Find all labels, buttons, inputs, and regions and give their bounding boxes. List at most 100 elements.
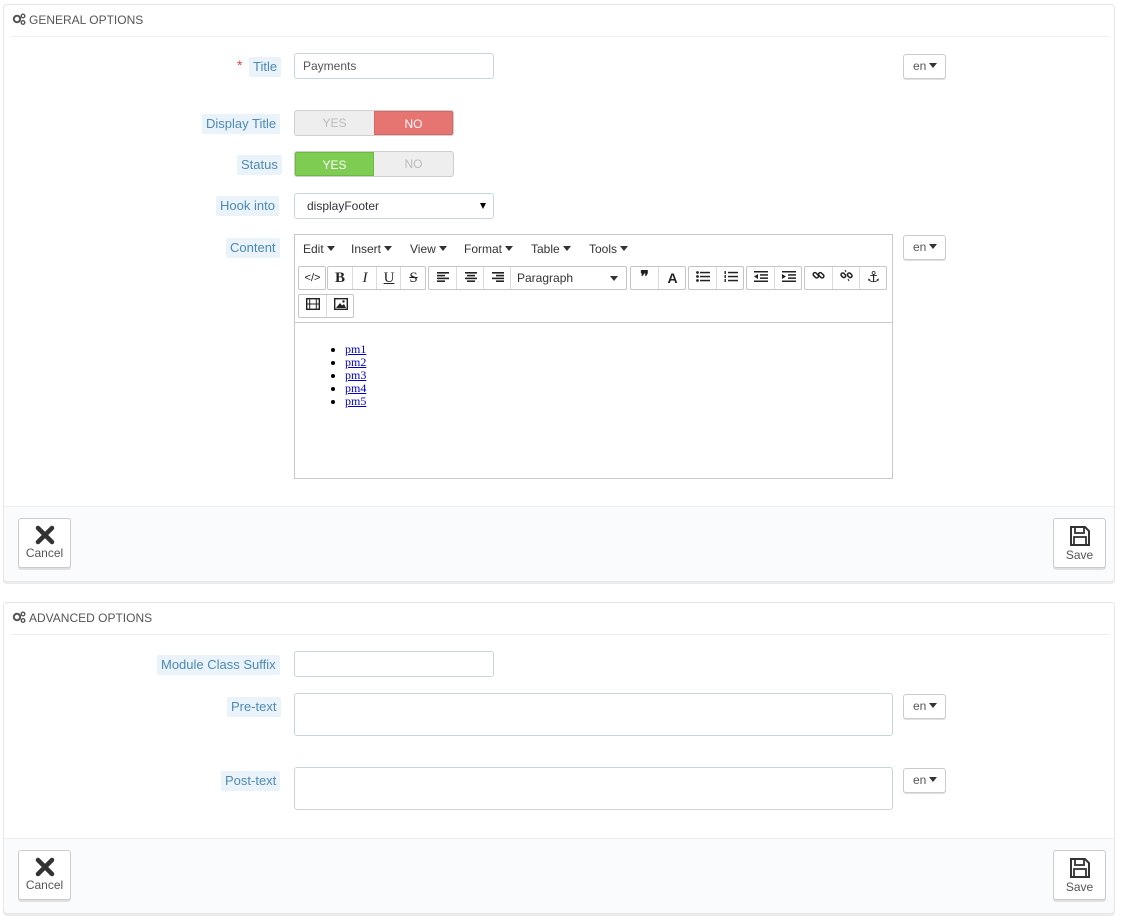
save-button[interactable]: Save: [1053, 850, 1106, 900]
cancel-button[interactable]: Cancel: [18, 518, 71, 568]
list-item-link[interactable]: pm3: [345, 368, 366, 382]
pre-text-language-dropdown[interactable]: en: [903, 694, 946, 719]
display-title-label: Display Title: [202, 114, 281, 134]
display-title-no-option[interactable]: NO: [374, 111, 453, 135]
title-input[interactable]: Payments: [294, 53, 494, 79]
menu-view[interactable]: View: [410, 242, 447, 256]
link-icon[interactable]: [805, 267, 832, 289]
post-text-label: Post-text: [221, 771, 281, 791]
save-icon: [1069, 858, 1090, 878]
general-options-heading: GENERAL OPTIONS: [12, 5, 1110, 37]
save-button-label: Save: [1065, 880, 1094, 894]
status-switch[interactable]: YES NO: [294, 151, 454, 177]
save-button[interactable]: Save: [1053, 518, 1106, 568]
cogs-icon: [12, 13, 26, 25]
quote-color-group: ❞ A: [630, 266, 686, 290]
rich-text-editor: Edit Insert View Format Table Tools </> …: [294, 234, 893, 479]
list-item-link[interactable]: pm2: [345, 355, 366, 369]
numbered-list-icon[interactable]: [716, 267, 744, 289]
chevron-down-icon: [929, 703, 938, 708]
title-label: Title: [249, 57, 282, 77]
close-icon: [35, 857, 54, 877]
list-item-link[interactable]: pm4: [345, 381, 366, 395]
chevron-down-icon: [610, 276, 618, 281]
cancel-button[interactable]: Cancel: [18, 850, 71, 900]
display-title-switch[interactable]: YES NO: [294, 110, 454, 136]
unlink-icon[interactable]: [832, 267, 860, 289]
editor-menubar: Edit Insert View Format Table Tools: [295, 235, 892, 263]
bold-icon[interactable]: B: [328, 267, 352, 289]
advanced-options-heading: ADVANCED OPTIONS: [12, 603, 1110, 635]
indent-icon[interactable]: [774, 267, 802, 289]
content-language-dropdown[interactable]: en: [903, 235, 946, 260]
post-text-language-dropdown[interactable]: en: [903, 768, 946, 793]
list-item-link[interactable]: pm1: [345, 342, 366, 356]
anchor-icon[interactable]: ⚓: [859, 267, 887, 289]
cogs-icon: [12, 611, 26, 623]
format-select[interactable]: Paragraph: [510, 267, 626, 289]
advanced-options-footer: Cancel Save: [4, 838, 1114, 913]
blockquote-icon[interactable]: ❞: [631, 267, 658, 289]
pre-text-language-value: en: [913, 699, 927, 713]
post-text-input[interactable]: [294, 767, 893, 810]
status-yes-option[interactable]: YES: [295, 152, 374, 176]
align-center-icon[interactable]: [456, 267, 484, 289]
underline-icon[interactable]: U: [376, 267, 401, 289]
indent-group: [746, 266, 802, 290]
post-text-language-value: en: [913, 773, 927, 787]
list-item-link[interactable]: pm5: [345, 394, 366, 408]
display-title-yes-option[interactable]: YES: [295, 111, 374, 135]
hook-into-label: Hook into: [216, 196, 279, 216]
strikethrough-icon[interactable]: S: [400, 267, 426, 289]
list-group: [688, 266, 744, 290]
text-color-icon[interactable]: A: [658, 267, 686, 289]
hook-into-value: displayFooter: [307, 199, 380, 213]
select-arrow-icon: [480, 203, 486, 209]
general-options-panel: GENERAL OPTIONS * Title Payments en Disp…: [3, 4, 1115, 582]
chevron-down-icon: [326, 246, 335, 251]
content-language-value: en: [913, 240, 927, 254]
menu-format[interactable]: Format: [464, 242, 514, 256]
hook-into-select[interactable]: displayFooter: [294, 193, 494, 219]
advanced-options-title: ADVANCED OPTIONS: [29, 611, 153, 625]
editor-bullet-list: pm1 pm2 pm3 pm4 pm5: [345, 343, 366, 408]
module-class-suffix-label: Module Class Suffix: [157, 655, 280, 675]
chevron-down-icon: [929, 244, 938, 249]
pre-text-input[interactable]: [294, 693, 893, 736]
pre-text-label: Pre-text: [227, 697, 281, 717]
save-button-label: Save: [1065, 548, 1094, 562]
media-icon[interactable]: [299, 295, 326, 317]
align-left-icon[interactable]: [429, 267, 456, 289]
content-label: Content: [226, 238, 280, 258]
align-right-icon[interactable]: [483, 267, 511, 289]
chevron-down-icon: [384, 246, 393, 251]
bullet-list-icon[interactable]: [689, 267, 716, 289]
save-icon: [1069, 526, 1090, 546]
chevron-down-icon: [929, 63, 938, 68]
close-icon: [35, 525, 54, 545]
menu-edit[interactable]: Edit: [303, 242, 335, 256]
chevron-down-icon: [562, 246, 571, 251]
title-language-dropdown[interactable]: en: [903, 54, 946, 79]
text-style-group: B I U S: [327, 266, 426, 290]
source-code-icon[interactable]: </>: [299, 267, 326, 289]
module-class-suffix-input[interactable]: [294, 651, 494, 677]
outdent-icon[interactable]: [747, 267, 774, 289]
general-options-footer: Cancel Save: [4, 506, 1114, 581]
media-group: [298, 294, 354, 318]
advanced-options-panel: ADVANCED OPTIONS Module Class Suffix Pre…: [3, 602, 1115, 914]
status-no-option[interactable]: NO: [374, 152, 453, 176]
chevron-down-icon: [929, 777, 938, 782]
format-select-value: Paragraph: [517, 271, 574, 285]
source-code-group: </>: [298, 266, 326, 290]
general-options-title: GENERAL OPTIONS: [29, 13, 144, 27]
editor-content-area[interactable]: pm1 pm2 pm3 pm4 pm5: [295, 322, 892, 478]
image-icon[interactable]: [326, 295, 354, 317]
required-mark: *: [237, 57, 243, 73]
menu-tools[interactable]: Tools: [589, 242, 629, 256]
menu-table[interactable]: Table: [531, 242, 571, 256]
italic-icon[interactable]: I: [352, 267, 377, 289]
chevron-down-icon: [620, 246, 629, 251]
menu-insert[interactable]: Insert: [351, 242, 393, 256]
link-group: ⚓: [804, 266, 887, 290]
